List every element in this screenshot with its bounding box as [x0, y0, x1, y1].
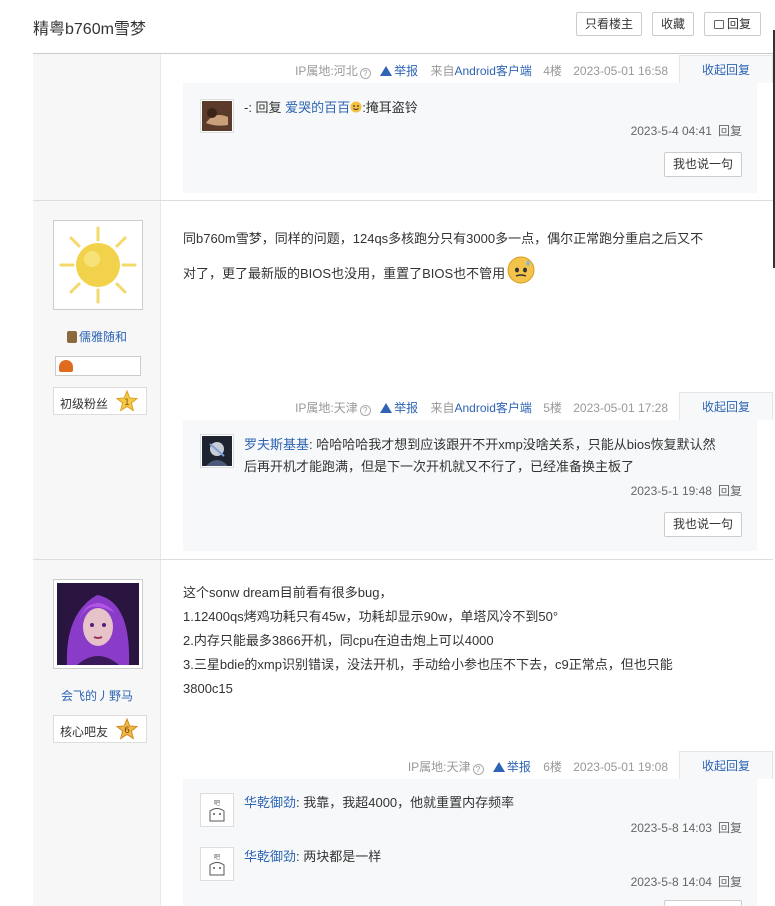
report-link[interactable]: 举报: [380, 401, 418, 415]
help-icon[interactable]: ?: [359, 68, 371, 79]
user-sidebar: 会飞的丿野马 核心吧友 6: [33, 560, 161, 906]
comment-reply-link[interactable]: 回复: [718, 821, 742, 835]
comment-text: 罗夫斯基基: 哈哈哈哈我才想到应该跟开不开xmp没啥关系，只能从bios恢复默认…: [244, 437, 716, 474]
post-meta: IP属地:天津? 举报 来自Android客户端 5楼 2023-05-01 1…: [33, 392, 773, 420]
comment-box: 罗夫斯基基: 哈哈哈哈我才想到应该跟开不开xmp没啥关系，只能从bios恢复默认…: [183, 420, 757, 551]
say-something-button[interactable]: 我也说一句: [664, 512, 742, 537]
source-link[interactable]: Android客户端: [455, 64, 532, 78]
post-source: 来自Android客户端: [430, 64, 532, 78]
post-time: 2023-05-01 19:08: [573, 760, 668, 774]
comment-time: 2023-5-4 04:41 回复: [630, 124, 742, 138]
comment-box: 吧 华乾御劲: 我靠，我超4000，他就重置内存频率 2023-5-8 14:0…: [183, 779, 757, 906]
avatar[interactable]: [200, 99, 234, 133]
comment-time: 2023-5-1 19:48 回复: [630, 484, 742, 498]
help-icon[interactable]: ?: [472, 764, 484, 775]
svg-text:吧: 吧: [214, 800, 220, 807]
avatar[interactable]: [200, 434, 234, 468]
post-time: 2023-05-01 16:58: [573, 64, 668, 78]
warning-icon: [380, 66, 393, 76]
post-floor-5: 儒雅随和 初级粉丝 1 同b760m雪梦，同样的问题，124qs多核跑分只有30…: [33, 201, 773, 560]
username-link[interactable]: 会飞的丿野马: [33, 687, 161, 704]
level-badge[interactable]: 核心吧友 6: [53, 715, 147, 743]
post-meta: IP属地:河北? 举报 来自Android客户端 4楼 2023-05-01 1…: [33, 55, 773, 83]
comment-user-link[interactable]: 华乾御劲: [244, 795, 296, 810]
warning-icon: [492, 762, 505, 772]
ip-location: IP属地:河北: [295, 64, 358, 78]
help-icon[interactable]: ?: [359, 405, 371, 416]
ip-location: IP属地:天津: [407, 760, 471, 774]
only-op-button[interactable]: 只看楼主: [576, 12, 642, 36]
avatar[interactable]: [53, 579, 143, 669]
warning-icon: [380, 403, 393, 413]
avatar[interactable]: [53, 220, 143, 310]
svg-text:6: 6: [124, 726, 130, 736]
reply-button[interactable]: 回复: [704, 12, 761, 36]
medal-icon: [59, 360, 73, 372]
fold-replies-button[interactable]: 收起回复: [679, 751, 773, 779]
reply-button-label: 回复: [726, 17, 751, 31]
floor-number: 4楼: [543, 64, 562, 78]
sweat-emoji-icon: [507, 256, 535, 284]
svg-text:吧: 吧: [214, 854, 220, 861]
post-content: 这个sonw dream目前看有很多bug， 1.12400qs烤鸡功耗只有45…: [183, 585, 673, 696]
comment-text: 华乾御劲: 我靠，我超4000，他就重置内存频率: [244, 795, 515, 810]
comment-reply-link[interactable]: 回复: [718, 124, 742, 138]
post-floor-6: 会飞的丿野马 核心吧友 6 这个sonw dream目前看有很多bug， 1.1…: [33, 560, 773, 906]
medal-slot: [55, 356, 141, 376]
reply-icon: [713, 20, 724, 29]
ip-location: IP属地:天津: [295, 401, 358, 415]
member-badge-icon: [66, 331, 77, 343]
collect-button[interactable]: 收藏: [652, 12, 694, 36]
comment-time: 2023-5-8 14:04 回复: [630, 875, 742, 889]
source-link[interactable]: Android客户端: [455, 401, 532, 415]
avatar[interactable]: 吧: [200, 847, 234, 881]
level-star-icon: 6: [116, 718, 138, 740]
comment-text: -: 回复 爱哭的百百:掩耳盗铃: [244, 100, 418, 115]
comment-time: 2023-5-8 14:03 回复: [630, 821, 742, 835]
level-title: 核心吧友: [60, 725, 109, 739]
comment-user-link[interactable]: 爱哭的百百: [285, 100, 350, 115]
post-floor-4: IP属地:河北? 举报 来自Android客户端 4楼 2023-05-01 1…: [33, 54, 773, 201]
smile-icon: [350, 101, 362, 113]
thread-header: 精粤b760m雪梦 只看楼主 收藏 回复: [0, 0, 775, 54]
say-something-button[interactable]: 我也说一句: [664, 152, 742, 177]
avatar[interactable]: 吧: [200, 793, 234, 827]
comment-reply-link[interactable]: 回复: [718, 484, 742, 498]
user-sidebar: 儒雅随和 初级粉丝 1: [33, 201, 161, 559]
report-link[interactable]: 举报: [492, 760, 531, 774]
sun-avatar-icon: [57, 224, 139, 306]
character-avatar-icon: [57, 583, 139, 665]
comment-user-link[interactable]: 罗夫斯基基: [244, 437, 309, 452]
comment-box: -: 回复 爱哭的百百:掩耳盗铃 2023-5-4 04:41 回复 我也说一句: [183, 83, 757, 193]
post-time: 2023-05-01 17:28: [573, 401, 668, 415]
post-meta: IP属地:天津? 举报 6楼 2023-05-01 19:08 收起回复: [33, 751, 773, 779]
comment-reply-link[interactable]: 回复: [718, 875, 742, 889]
report-link[interactable]: 举报: [380, 64, 418, 78]
comment-text: 华乾御劲: 两块都是一样: [244, 849, 382, 864]
comment-user-link[interactable]: 华乾御劲: [244, 849, 296, 864]
floor-number: 6楼: [543, 760, 562, 774]
fold-replies-button[interactable]: 收起回复: [679, 392, 773, 420]
username-link[interactable]: 儒雅随和: [33, 328, 161, 345]
thread-title: 精粤b760m雪梦: [33, 21, 146, 38]
fold-replies-button[interactable]: 收起回复: [679, 55, 773, 83]
post-content: 同b760m雪梦，同样的问题，124qs多核跑分只有3000多一点，偶尔正常跑分…: [183, 221, 753, 291]
say-something-button[interactable]: [664, 900, 742, 906]
floor-number: 5楼: [543, 401, 562, 415]
post-source: 来自Android客户端: [430, 401, 532, 415]
